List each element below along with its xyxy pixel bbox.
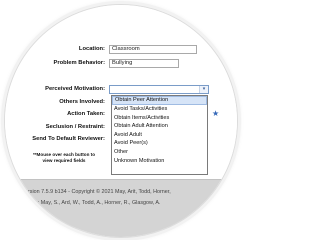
dropdown-option[interactable]: Obtain Items/Activities	[112, 114, 207, 123]
location-field[interactable]: Classroom	[109, 45, 197, 54]
default-reviewer-label: Send To Default Reviewer:	[32, 136, 105, 142]
dropdown-option[interactable]: Avoid Tasks/Activities	[112, 105, 207, 114]
dropdown-option[interactable]: Avoid Adult	[112, 131, 207, 140]
incident-form: Location: Classroom Problem Behavior: Bu…	[5, 5, 237, 179]
magnified-screenshot: Location: Classroom Problem Behavior: Bu…	[4, 4, 238, 238]
others-involved-label: Others Involved:	[59, 99, 105, 105]
footer-citation: re: May, S., Ard, W., Todd, A., Horner, …	[33, 200, 161, 206]
location-label: Location:	[78, 46, 105, 52]
problem-behavior-field[interactable]: Bullying	[109, 59, 179, 68]
footer-copyright: ersion 7.5.9 b134 - Copyright © 2021 May…	[25, 189, 171, 195]
chevron-down-icon[interactable]: ▾	[199, 86, 208, 93]
seclusion-restraint-label: Seclusion / Restraint:	[45, 124, 105, 130]
dropdown-option[interactable]: Obtain Peer Attention	[112, 96, 207, 105]
dropdown-option[interactable]: Unknown Motivation	[112, 157, 207, 166]
perceived-motivation-label: Perceived Motivation:	[45, 86, 105, 92]
motivation-dropdown-list[interactable]: Obtain Peer Attention Avoid Tasks/Activi…	[111, 95, 208, 175]
footer: ersion 7.5.9 b134 - Copyright © 2021 May…	[5, 179, 237, 237]
help-note-line2: view required fields	[42, 158, 86, 163]
dropdown-option[interactable]: Other	[112, 148, 207, 157]
dropdown-option[interactable]: Obtain Adult Attention	[112, 122, 207, 131]
dropdown-option[interactable]: Avoid Peer(s)	[112, 139, 207, 148]
star-icon: ★	[212, 109, 220, 118]
action-taken-label: Action Taken:	[67, 111, 105, 117]
perceived-motivation-select[interactable]: ▾	[109, 85, 209, 94]
problem-behavior-label: Problem Behavior:	[53, 60, 105, 66]
